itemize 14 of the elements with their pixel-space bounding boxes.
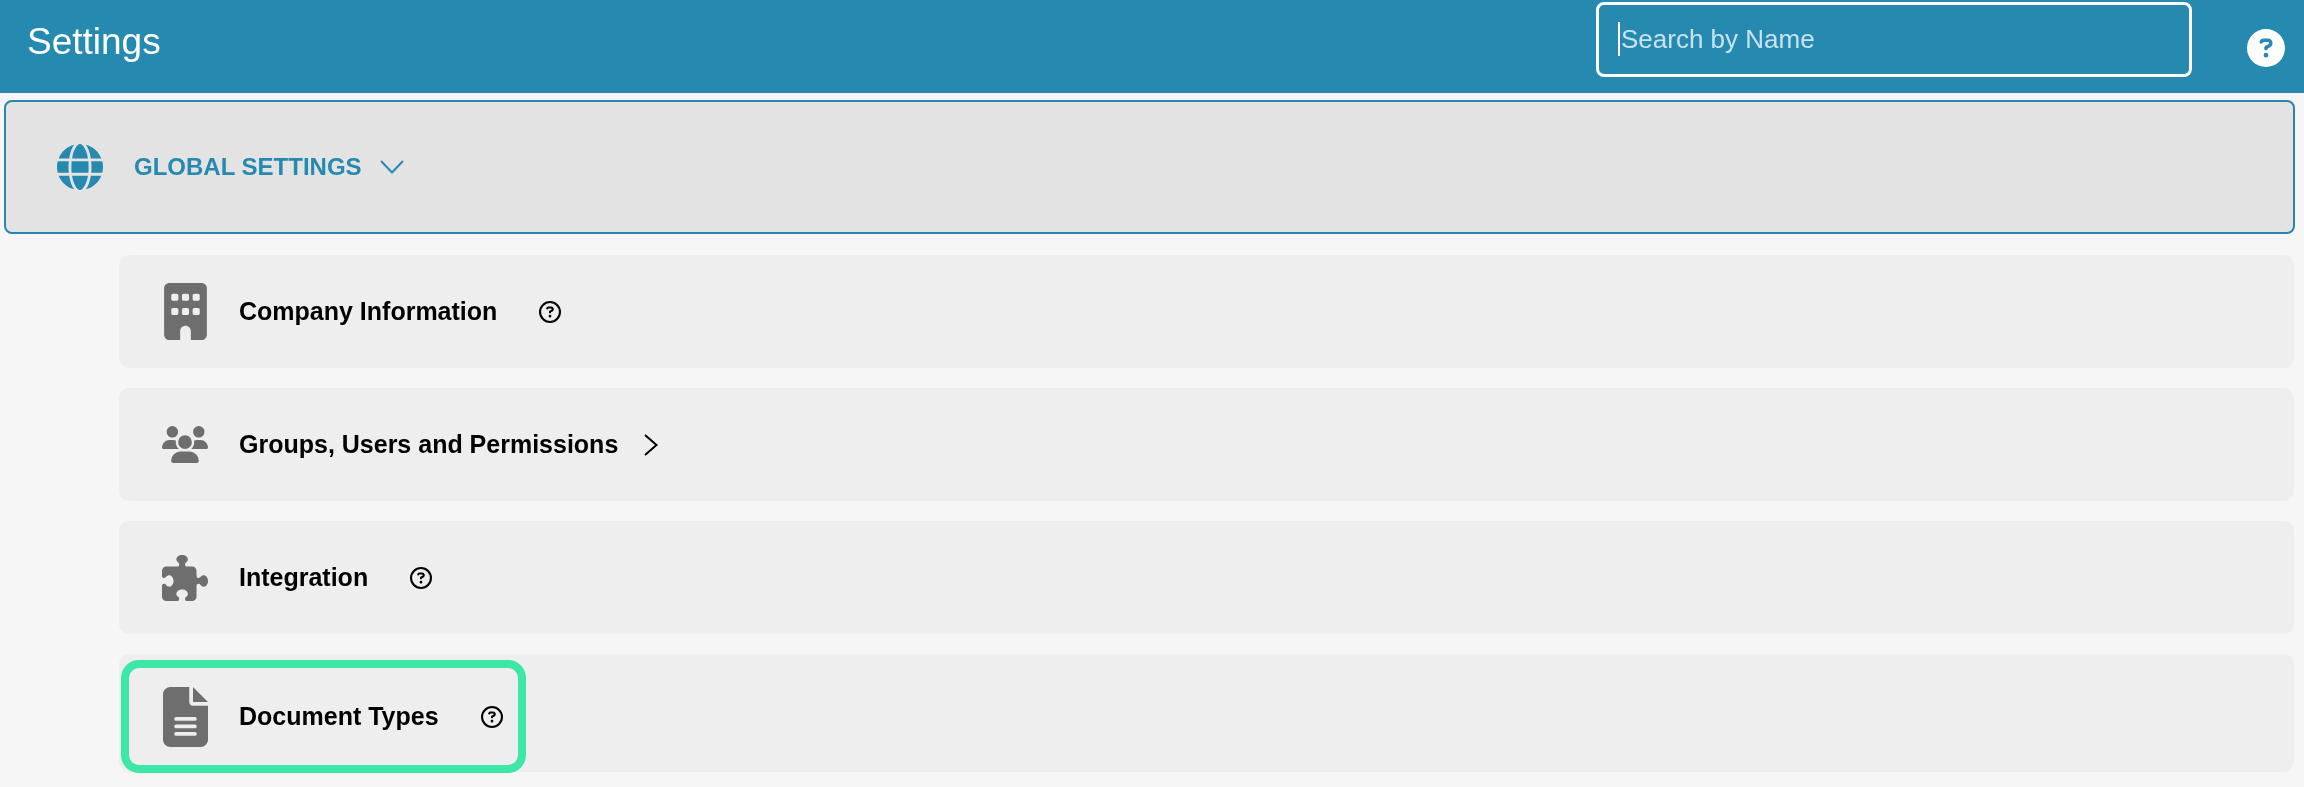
- highlighted-settings-link[interactable]: Document Types: [121, 660, 526, 773]
- search-field[interactable]: Search by Name: [1596, 2, 2192, 77]
- settings-link[interactable]: Company Information: [121, 255, 585, 368]
- globe-icon: [57, 144, 103, 190]
- settings-link[interactable]: Integration: [121, 521, 456, 634]
- settings-link[interactable]: Groups, Users and Permissions: [121, 388, 682, 501]
- help-icon[interactable]: [480, 705, 503, 728]
- building-icon: [163, 283, 207, 340]
- help-icon[interactable]: [539, 300, 562, 323]
- puzzle-piece-icon: [162, 554, 208, 601]
- document-icon: [162, 686, 208, 747]
- page-title: Settings: [27, 22, 161, 62]
- people-icon: [162, 426, 208, 463]
- help-icon[interactable]: [410, 566, 433, 589]
